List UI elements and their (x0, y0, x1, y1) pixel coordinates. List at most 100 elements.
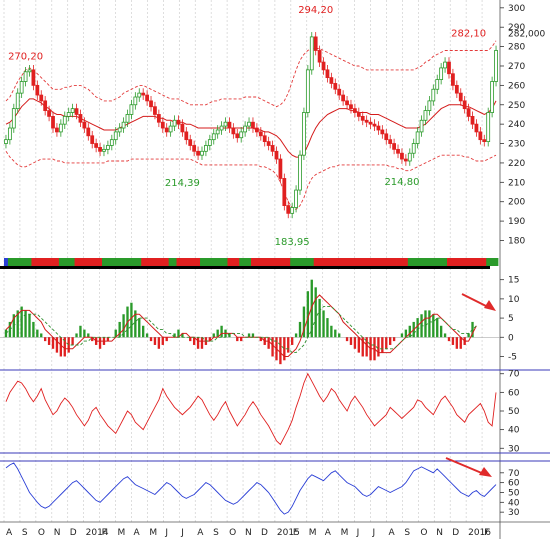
macd-line (5, 294, 477, 357)
x-tick-label: J (180, 528, 184, 538)
candle-body (431, 88, 436, 102)
stochastic-line (5, 462, 497, 515)
candle-body (262, 135, 267, 143)
rsi-line (5, 372, 497, 446)
candle-body (94, 143, 99, 148)
candle-body (184, 131, 189, 141)
bollinger-lower-line (5, 151, 497, 211)
candle-body (211, 133, 216, 141)
y-tick-label: 200 (508, 198, 525, 208)
trend-band-segment (345, 258, 350, 266)
x-tick-label: M (118, 528, 126, 538)
trend-band-segment (478, 258, 483, 266)
trend-band-segment (27, 258, 32, 266)
trend-band-segment (47, 258, 52, 266)
trend-band-segment (4, 258, 9, 266)
candle-body (4, 139, 8, 144)
candle-body (239, 131, 244, 139)
trend-band-segment (145, 258, 150, 266)
x-tick-label: A (6, 528, 13, 538)
candle-body (470, 115, 475, 125)
trend-band-segment (51, 258, 56, 266)
trend-band-segment (109, 258, 115, 266)
candle-body (364, 119, 369, 123)
y-tick-label: 60 (508, 388, 520, 398)
trend-band-segment (392, 258, 397, 266)
candle-body (27, 69, 32, 73)
trend-band-segment (196, 258, 201, 266)
candle-body (145, 94, 149, 102)
candle-body (427, 100, 432, 111)
trend-band-segment (98, 258, 103, 266)
candle-body (274, 150, 279, 160)
trend-band-segment (62, 258, 68, 266)
y-tick-label: 260 (508, 81, 525, 91)
trend-band-segment (360, 258, 366, 266)
trend-band-segment (141, 258, 146, 266)
candle-body (356, 112, 361, 117)
trend-band-segment (431, 258, 436, 266)
x-tick-label: M (341, 528, 349, 538)
candle-body (337, 88, 342, 96)
candle-body (172, 119, 177, 127)
candle-body (411, 143, 416, 154)
trend-band-segment (486, 258, 491, 266)
trend-band-segment (407, 258, 413, 266)
trend-band-segment (462, 258, 468, 266)
price-annotation: 214,39 (165, 178, 200, 189)
trend-band-segment (411, 258, 417, 266)
candle-body (47, 110, 51, 117)
candle-body (388, 139, 393, 144)
trend-band-baseline (0, 266, 490, 269)
trend-band-segment (117, 258, 123, 266)
candle-body (15, 92, 20, 110)
candle-body (451, 73, 455, 86)
stochastic-arrow-shaft (445, 457, 485, 475)
trend-band-segment (352, 258, 358, 266)
trend-band-segment (125, 258, 130, 266)
x-tick-label: F (293, 528, 298, 538)
y-tick-label: 250 (508, 101, 525, 111)
candle-body (243, 125, 248, 133)
trend-band-segment (282, 258, 287, 266)
price-annotation: 294,20 (298, 5, 333, 16)
trend-band-segment (105, 258, 111, 266)
y-tick-label: 5 (508, 314, 514, 324)
x-tick-label: J (356, 528, 360, 538)
trend-band-segment (164, 258, 170, 266)
candle-body (247, 121, 251, 127)
candle-body (223, 121, 228, 127)
candle-body (360, 115, 365, 121)
trend-band-segment (207, 258, 213, 266)
trend-band-segment (251, 258, 256, 266)
candle-body (286, 205, 291, 214)
candle-body (349, 104, 353, 110)
trend-band-segment (15, 258, 21, 266)
candle-body (372, 123, 377, 127)
candle-body (384, 133, 389, 141)
trend-band-segment (113, 258, 119, 266)
trend-band-segment (290, 258, 295, 266)
y-tick-label: 50 (508, 407, 520, 417)
x-tick-label: N (54, 528, 61, 538)
x-tick-label: D (261, 528, 268, 538)
candle-body (39, 94, 44, 102)
candle-body (62, 115, 67, 125)
candle-body (58, 123, 63, 133)
candle-body (329, 77, 334, 84)
candle-body (254, 127, 259, 133)
x-tick-label: A (325, 528, 332, 538)
trend-band-segment (94, 258, 99, 266)
candle-body (317, 50, 322, 63)
candle-body (86, 127, 91, 137)
bollinger-upper-line (5, 40, 497, 108)
y-tick-label: 70 (508, 370, 520, 380)
y-tick-label: 280 (508, 43, 525, 53)
trend-band-segment (482, 258, 487, 266)
x-tick-label: D (452, 528, 459, 538)
candle-body (419, 119, 424, 133)
trend-band-segment (399, 258, 405, 266)
x-tick-label: O (38, 528, 45, 538)
x-tick-label: S (213, 528, 219, 538)
x-tick-label: D (70, 528, 77, 538)
